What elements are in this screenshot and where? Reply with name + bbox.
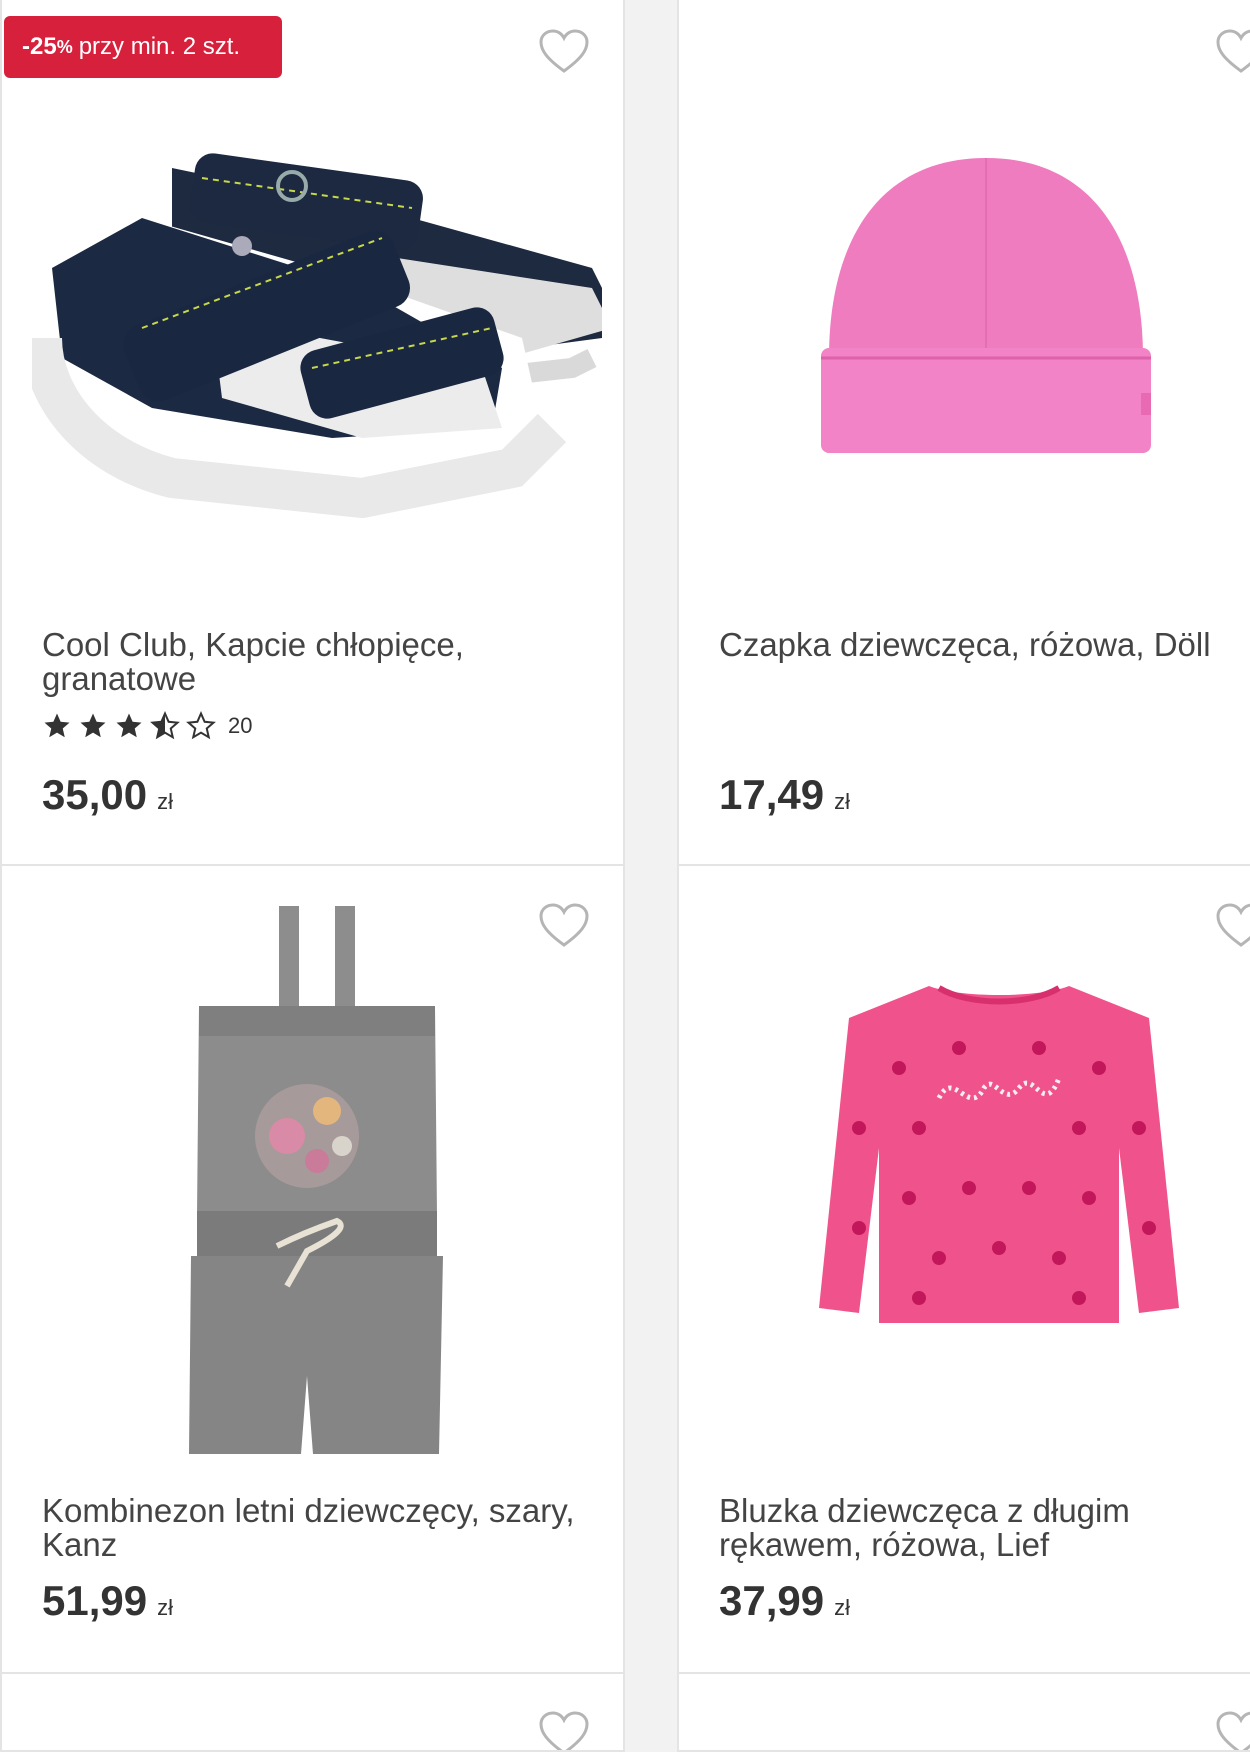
star-full-icon (80, 713, 106, 738)
star-half-icon (150, 711, 180, 740)
price-value: 51,99 (42, 1577, 148, 1624)
product-title[interactable]: Bluzka dziewczęca z długim rękawem, różo… (719, 1494, 1239, 1562)
price-currency: zł (157, 789, 173, 814)
grey-jumpsuit-image[interactable] (187, 906, 447, 1456)
product-price: 51,99 zł (42, 1577, 173, 1625)
product-price: 37,99 zł (719, 1577, 850, 1625)
rating-stars: 20 (42, 711, 252, 741)
product-card-pink-blouse[interactable]: Bluzka dziewczęca z długim rękawem, różo… (677, 864, 1250, 1674)
product-card-pink-hat[interactable]: Czapka dziewczęca, różowa, Döll 17,49 zł (677, 0, 1250, 866)
favorite-heart-icon[interactable] (538, 28, 590, 74)
rating-count: 20 (228, 713, 253, 738)
product-title[interactable]: Czapka dziewczęca, różowa, Döll (719, 628, 1239, 662)
favorite-heart-icon[interactable] (538, 1710, 590, 1752)
sandals-image[interactable] (32, 138, 602, 518)
product-card-partial[interactable] (677, 1672, 1250, 1752)
promo-badge-value: -25 (22, 33, 57, 60)
promo-badge: -25% przy min. 2 szt. (4, 16, 282, 78)
favorite-heart-icon[interactable] (538, 902, 590, 948)
favorite-heart-icon[interactable] (1215, 28, 1250, 74)
favorite-heart-icon[interactable] (1215, 1710, 1250, 1752)
price-currency: zł (157, 1595, 173, 1620)
pink-blouse-image[interactable] (819, 978, 1179, 1328)
favorite-heart-icon[interactable] (1215, 902, 1250, 948)
product-price: 35,00 zł (42, 771, 173, 819)
product-price: 17,49 zł (719, 771, 850, 819)
promo-badge-percent: % (56, 36, 73, 57)
promo-badge-text: przy min. 2 szt. (78, 33, 241, 60)
pink-hat-image[interactable] (821, 158, 1151, 458)
price-value: 17,49 (719, 771, 825, 818)
product-card-cool-club-slippers[interactable]: -25% przy min. 2 szt. Cool Club, Kapcie c… (0, 0, 625, 866)
product-card-grey-jumpsuit[interactable]: Kombinezon letni dziewczęcy, szary, Kanz… (0, 864, 625, 1674)
product-title[interactable]: Kombinezon letni dziewczęcy, szary, Kanz (42, 1494, 582, 1562)
price-currency: zł (834, 789, 850, 814)
price-currency: zł (834, 1595, 850, 1620)
product-title[interactable]: Cool Club, Kapcie chłopięce, granatowe (42, 628, 582, 696)
price-value: 35,00 (42, 771, 148, 818)
price-value: 37,99 (719, 1577, 825, 1624)
product-card-partial[interactable] (0, 1672, 625, 1752)
star-full-icon (44, 713, 70, 738)
star-empty-icon (186, 711, 216, 740)
star-full-icon (116, 713, 142, 738)
